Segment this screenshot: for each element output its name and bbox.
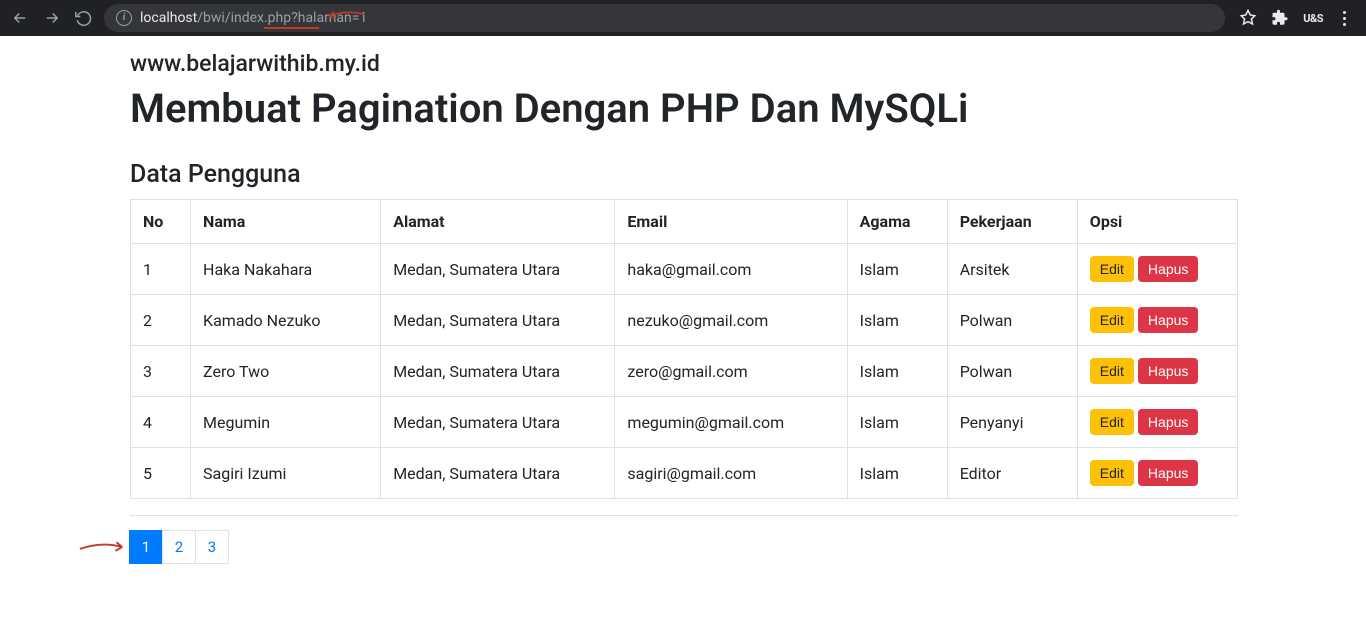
annotation-arrow-icon [78,535,126,559]
cell-no: 4 [131,397,191,448]
page-link-3[interactable]: 3 [195,530,229,564]
cell-alamat: Medan, Sumatera Utara [381,448,615,499]
annotation-underline [264,27,319,29]
th-pekerjaan: Pekerjaan [947,200,1077,244]
cell-no: 3 [131,346,191,397]
hapus-button[interactable]: Hapus [1138,307,1198,333]
cell-opsi: EditHapus [1077,397,1237,448]
pagination: 123 [130,530,1366,564]
cell-agama: Islam [847,448,947,499]
profile-badge[interactable]: U&S [1303,12,1323,25]
table-row: 5Sagiri IzumiMedan, Sumatera Utarasagiri… [131,448,1238,499]
cell-no: 1 [131,244,191,295]
cell-opsi: EditHapus [1077,244,1237,295]
hapus-button[interactable]: Hapus [1138,358,1198,384]
cell-nama: Megumin [191,397,381,448]
cell-alamat: Medan, Sumatera Utara [381,397,615,448]
browser-toolbar: i localhost/bwi/index.php?halaman=1 U&S [0,0,1366,36]
cell-no: 5 [131,448,191,499]
cell-email: megumin@gmail.com [615,397,847,448]
site-info-icon[interactable]: i [116,10,132,26]
edit-button[interactable]: Edit [1090,307,1134,333]
edit-button[interactable]: Edit [1090,460,1134,486]
cell-agama: Islam [847,346,947,397]
edit-button[interactable]: Edit [1090,358,1134,384]
cell-agama: Islam [847,244,947,295]
cell-no: 2 [131,295,191,346]
cell-email: haka@gmail.com [615,244,847,295]
page-title: Membuat Pagination Dengan PHP Dan MySQLi [130,85,1366,132]
divider [130,515,1238,516]
site-url-heading: www.belajarwithib.my.id [130,50,1366,77]
reload-button[interactable] [72,6,96,30]
table-row: 3Zero TwoMedan, Sumatera Utarazero@gmail… [131,346,1238,397]
extensions-icon[interactable] [1271,9,1289,27]
th-agama: Agama [847,200,947,244]
th-no: No [131,200,191,244]
address-bar[interactable]: i localhost/bwi/index.php?halaman=1 [104,4,1225,32]
menu-button[interactable] [1337,7,1352,30]
cell-nama: Haka Nakahara [191,244,381,295]
cell-opsi: EditHapus [1077,448,1237,499]
th-nama: Nama [191,200,381,244]
cell-opsi: EditHapus [1077,295,1237,346]
cell-pekerjaan: Editor [947,448,1077,499]
table-row: 1Haka NakaharaMedan, Sumatera Utarahaka@… [131,244,1238,295]
section-title: Data Pengguna [130,160,1366,189]
cell-email: sagiri@gmail.com [615,448,847,499]
cell-email: nezuko@gmail.com [615,295,847,346]
cell-alamat: Medan, Sumatera Utara [381,346,615,397]
page-link-1[interactable]: 1 [129,530,163,564]
page-link-2[interactable]: 2 [162,530,196,564]
th-opsi: Opsi [1077,200,1237,244]
url-text: localhost/bwi/index.php?halaman=1 [140,10,367,26]
hapus-button[interactable]: Hapus [1138,460,1198,486]
cell-pekerjaan: Arsitek [947,244,1077,295]
th-alamat: Alamat [381,200,615,244]
data-table: No Nama Alamat Email Agama Pekerjaan Ops… [130,199,1238,499]
back-button[interactable] [8,6,32,30]
cell-nama: Zero Two [191,346,381,397]
cell-alamat: Medan, Sumatera Utara [381,244,615,295]
bookmark-icon[interactable] [1239,9,1257,27]
cell-pekerjaan: Polwan [947,295,1077,346]
forward-button[interactable] [40,6,64,30]
hapus-button[interactable]: Hapus [1138,409,1198,435]
cell-pekerjaan: Penyanyi [947,397,1077,448]
cell-agama: Islam [847,295,947,346]
table-header-row: No Nama Alamat Email Agama Pekerjaan Ops… [131,200,1238,244]
cell-opsi: EditHapus [1077,346,1237,397]
table-row: 2Kamado NezukoMedan, Sumatera Utaranezuk… [131,295,1238,346]
edit-button[interactable]: Edit [1090,409,1134,435]
page-content: www.belajarwithib.my.id Membuat Paginati… [0,36,1366,584]
th-email: Email [615,200,847,244]
hapus-button[interactable]: Hapus [1138,256,1198,282]
edit-button[interactable]: Edit [1090,256,1134,282]
cell-alamat: Medan, Sumatera Utara [381,295,615,346]
cell-nama: Kamado Nezuko [191,295,381,346]
cell-nama: Sagiri Izumi [191,448,381,499]
cell-email: zero@gmail.com [615,346,847,397]
toolbar-actions: U&S [1233,7,1358,30]
cell-agama: Islam [847,397,947,448]
table-row: 4MeguminMedan, Sumatera Utaramegumin@gma… [131,397,1238,448]
cell-pekerjaan: Polwan [947,346,1077,397]
